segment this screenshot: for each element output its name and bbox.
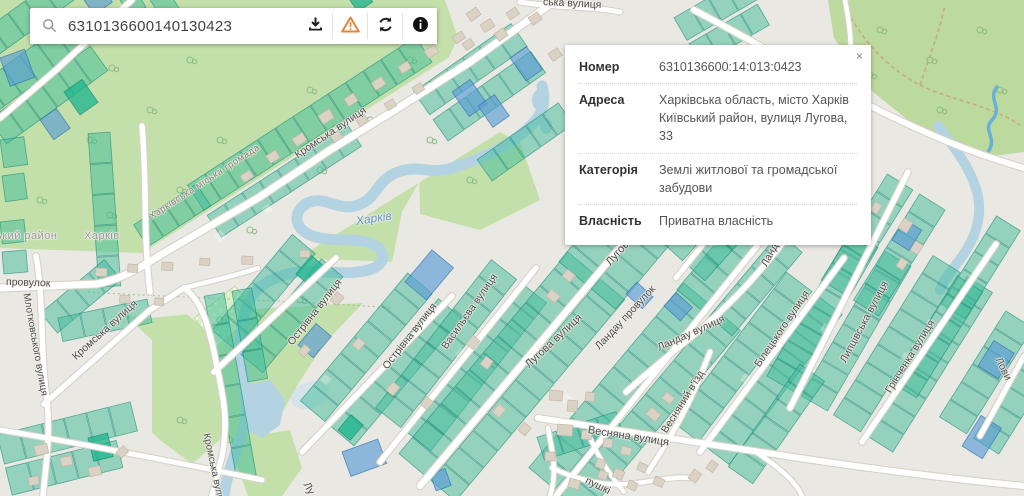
refresh-icon [377, 16, 394, 36]
cadastral-search-input[interactable] [66, 8, 298, 44]
popup-row-number: Номер 6310136600:14:013:0423 [579, 51, 857, 84]
popup-row-value: 6310136600:14:013:0423 [659, 58, 857, 76]
download-icon [307, 16, 324, 36]
search-toolbar [30, 8, 437, 44]
parcel-info-popup: × Номер 6310136600:14:013:0423 Адреса Ха… [565, 45, 871, 245]
popup-row-ownership: Власність Приватна власність [579, 205, 857, 237]
popup-row-label: Номер [579, 58, 659, 76]
map-app-screen: Кромська вулиця ська вулиця Харківська м… [0, 0, 1024, 496]
popup-row-label: Категорія [579, 161, 659, 197]
close-icon[interactable]: × [854, 48, 865, 64]
popup-row-value: Харківська область, місто Харків Київськ… [659, 91, 857, 145]
search-icon [30, 8, 66, 44]
popup-row-address: Адреса Харківська область, місто Харків … [579, 84, 857, 153]
popup-row-value: Приватна власність [659, 212, 857, 230]
popup-row-value: Землі житлової та громадської забудови [659, 161, 857, 197]
popup-row-label: Адреса [579, 91, 659, 145]
info-button[interactable] [403, 8, 437, 44]
warning-button[interactable] [333, 8, 367, 44]
download-button[interactable] [298, 8, 332, 44]
info-circle-icon [412, 16, 429, 36]
popup-row-label: Власність [579, 212, 659, 230]
refresh-button[interactable] [368, 8, 402, 44]
popup-row-category: Категорія Землі житлової та громадської … [579, 154, 857, 205]
warning-icon [341, 16, 360, 36]
